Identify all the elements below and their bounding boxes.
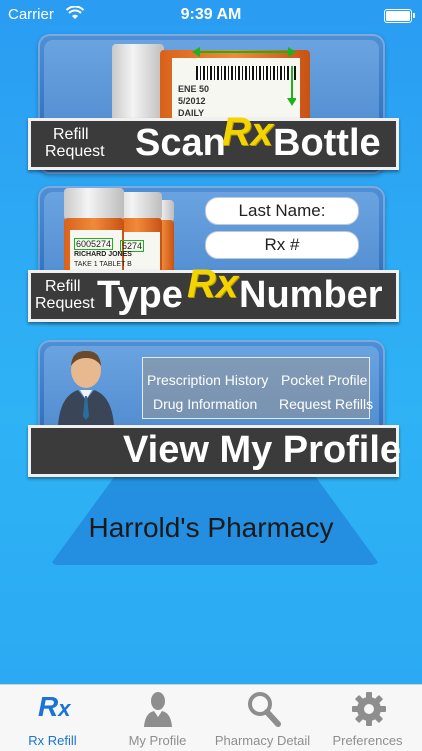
prescription-history-link[interactable]: Prescription History [147, 372, 268, 388]
status-time: 9:39 AM [180, 6, 242, 23]
bottle-label-text: DAILY [178, 108, 205, 118]
view-profile-title: View My Profile [123, 429, 402, 471]
bottle-directions: TAKE 1 TABLET B [74, 261, 132, 268]
rx-logo-icon: Rx [187, 262, 239, 306]
tab-label: Pharmacy Detail [214, 733, 311, 748]
tab-pharmacy-detail[interactable]: Pharmacy Detail [210, 685, 315, 751]
tab-label: Rx Refill [28, 733, 77, 748]
refill-label: Refill [45, 278, 81, 295]
tab-bar: Rx Rx Refill My Profile Pharmacy Detail [0, 684, 422, 751]
search-icon [248, 692, 281, 727]
rx-icon: Rx [38, 691, 71, 722]
pocket-profile-link[interactable]: Pocket Profile [281, 372, 367, 388]
tab-my-profile[interactable]: My Profile [105, 685, 210, 751]
rx-number-field[interactable]: Rx # [205, 231, 359, 259]
tab-rx-refill[interactable]: Rx Rx Refill [0, 685, 105, 751]
scan-arrows-icon [192, 47, 296, 106]
type-word: Type [97, 274, 183, 316]
tab-preferences[interactable]: Preferences [315, 685, 420, 751]
view-profile-banner[interactable]: View My Profile [28, 425, 402, 477]
scan-bottle-banner[interactable]: Refill Request Scan Bottle [28, 118, 399, 170]
bottle-patient-name: RICHARD JONES [74, 251, 132, 258]
person-icon [144, 692, 172, 727]
tab-label: Preferences [332, 733, 403, 748]
gear-icon [352, 692, 386, 726]
request-label: Request [45, 143, 105, 160]
pharmacy-name: Harrold's Pharmacy [88, 512, 334, 543]
battery-icon [384, 9, 415, 23]
refill-label: Refill [53, 126, 89, 143]
number-word: Number [239, 274, 383, 316]
scan-word: Scan [135, 122, 226, 164]
drug-information-link[interactable]: Drug Information [153, 396, 257, 412]
rx-logo-icon: Rx [222, 110, 274, 154]
bottle-word: Bottle [273, 122, 381, 164]
request-refills-link[interactable]: Request Refills [279, 396, 373, 412]
request-label: Request [35, 295, 95, 312]
bottle-rx-number: 6005274 [74, 238, 114, 250]
tab-label: My Profile [128, 733, 187, 748]
status-bar: Carrier 9:39 AM [0, 0, 422, 30]
profile-links-panel: Prescription History Pocket Profile Drug… [142, 357, 373, 419]
avatar-icon [58, 350, 114, 426]
last-name-field[interactable]: Last Name: [205, 197, 359, 225]
